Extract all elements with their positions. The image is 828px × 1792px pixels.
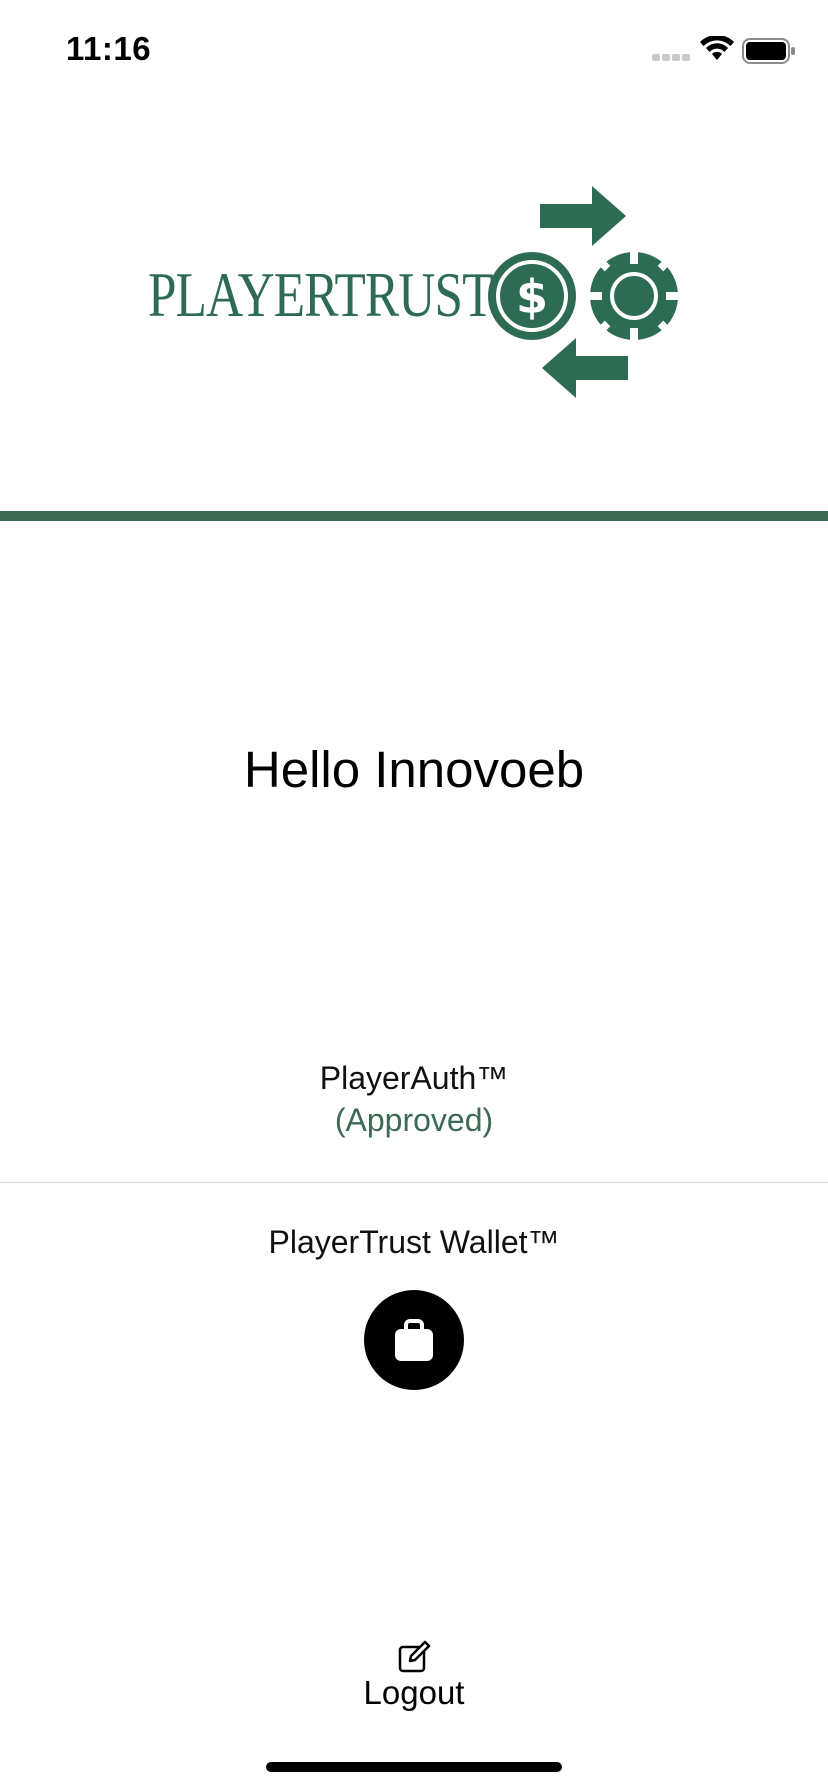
status-time: 11:16 bbox=[66, 30, 152, 67]
dollar-chip-exchange-icon: $ bbox=[488, 186, 678, 398]
logout-label: Logout bbox=[363, 1674, 465, 1711]
battery-icon bbox=[742, 38, 795, 64]
edit-icon bbox=[398, 1640, 431, 1673]
brand-divider-bar bbox=[0, 511, 828, 521]
logout-button[interactable]: Logout bbox=[324, 1640, 504, 1720]
player-auth-label: PlayerAuth™ bbox=[319, 1060, 509, 1096]
player-auth-status: (Approved) bbox=[334, 1102, 494, 1138]
svg-text:$: $ bbox=[516, 270, 548, 324]
wallet-button[interactable] bbox=[364, 1290, 464, 1390]
shopping-bag-icon bbox=[395, 1319, 433, 1361]
cellular-signal-icon bbox=[652, 54, 690, 61]
home-indicator bbox=[266, 1762, 562, 1772]
greeting-text: Hello Innovoeb bbox=[243, 741, 585, 798]
wallet-label: PlayerTrust Wallet™ bbox=[268, 1224, 560, 1260]
wifi-icon bbox=[700, 36, 734, 60]
section-divider bbox=[0, 1182, 828, 1183]
logo-wordmark: PLAYERTRUST bbox=[148, 259, 493, 330]
